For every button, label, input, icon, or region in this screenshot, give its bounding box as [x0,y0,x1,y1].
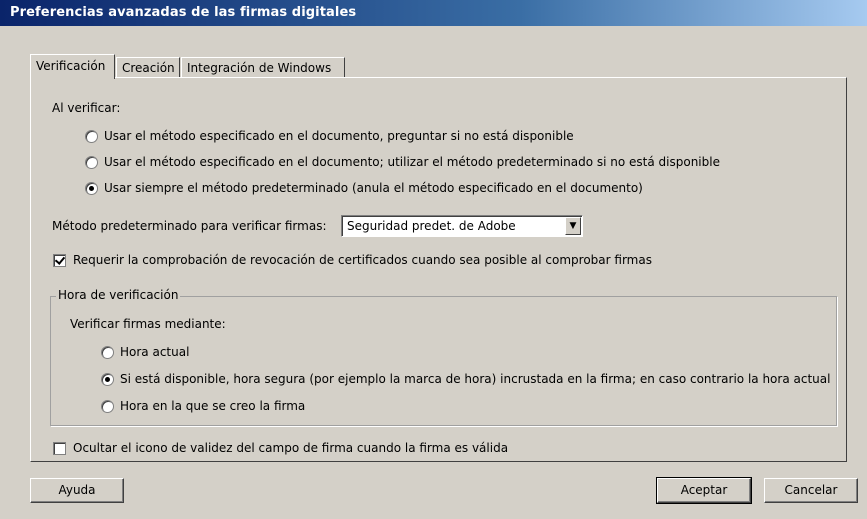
radio-method-ask[interactable] [85,130,98,143]
radio-time-signing-label[interactable]: Hora en la que se creo la firma [120,399,305,413]
radio-method-always-default[interactable] [85,182,98,195]
hide-validity-icon-checkbox[interactable] [53,442,66,455]
chevron-down-icon[interactable]: ▼ [565,217,581,235]
cancel-button[interactable]: Cancelar [764,478,858,503]
tab-creacion[interactable]: Creación [116,57,180,78]
radio-method-ask-label[interactable]: Usar el método especificado en el docume… [104,129,574,143]
window-title: Preferencias avanzadas de las firmas dig… [10,5,357,20]
hide-validity-icon-label[interactable]: Ocultar el icono de validez del campo de… [73,441,508,455]
radio-method-fallback-label[interactable]: Usar el método especificado en el docume… [104,155,720,169]
default-method-select[interactable]: Seguridad predet. de Adobe ▼ [341,215,583,237]
radio-time-secure-label[interactable]: Si está disponible, hora segura (por eje… [120,372,830,386]
verify-heading: Al verificar: [52,101,121,115]
revocation-checkbox[interactable] [53,254,66,267]
tab-integracion-windows[interactable]: Integración de Windows [181,57,345,78]
default-method-value: Seguridad predet. de Adobe [347,219,516,233]
tab-verificacion[interactable]: Verificación [30,54,115,79]
radio-time-signing[interactable] [101,400,114,413]
radio-method-always-default-label[interactable]: Usar siempre el método predeterminado (a… [104,181,643,195]
radio-method-fallback[interactable] [85,156,98,169]
revocation-checkbox-label[interactable]: Requerir la comprobación de revocación d… [73,253,652,267]
help-button[interactable]: Ayuda [30,478,124,503]
window-title-bar: Preferencias avanzadas de las firmas dig… [0,0,867,26]
radio-time-current-label[interactable]: Hora actual [120,345,189,359]
accept-button[interactable]: Aceptar [656,477,752,504]
radio-time-secure[interactable] [101,373,114,386]
radio-time-current[interactable] [101,346,114,359]
verify-by-heading: Verificar firmas mediante: [70,317,226,331]
default-method-label: Método predeterminado para verificar fir… [52,219,327,233]
verification-time-title: Hora de verificación [56,288,181,302]
